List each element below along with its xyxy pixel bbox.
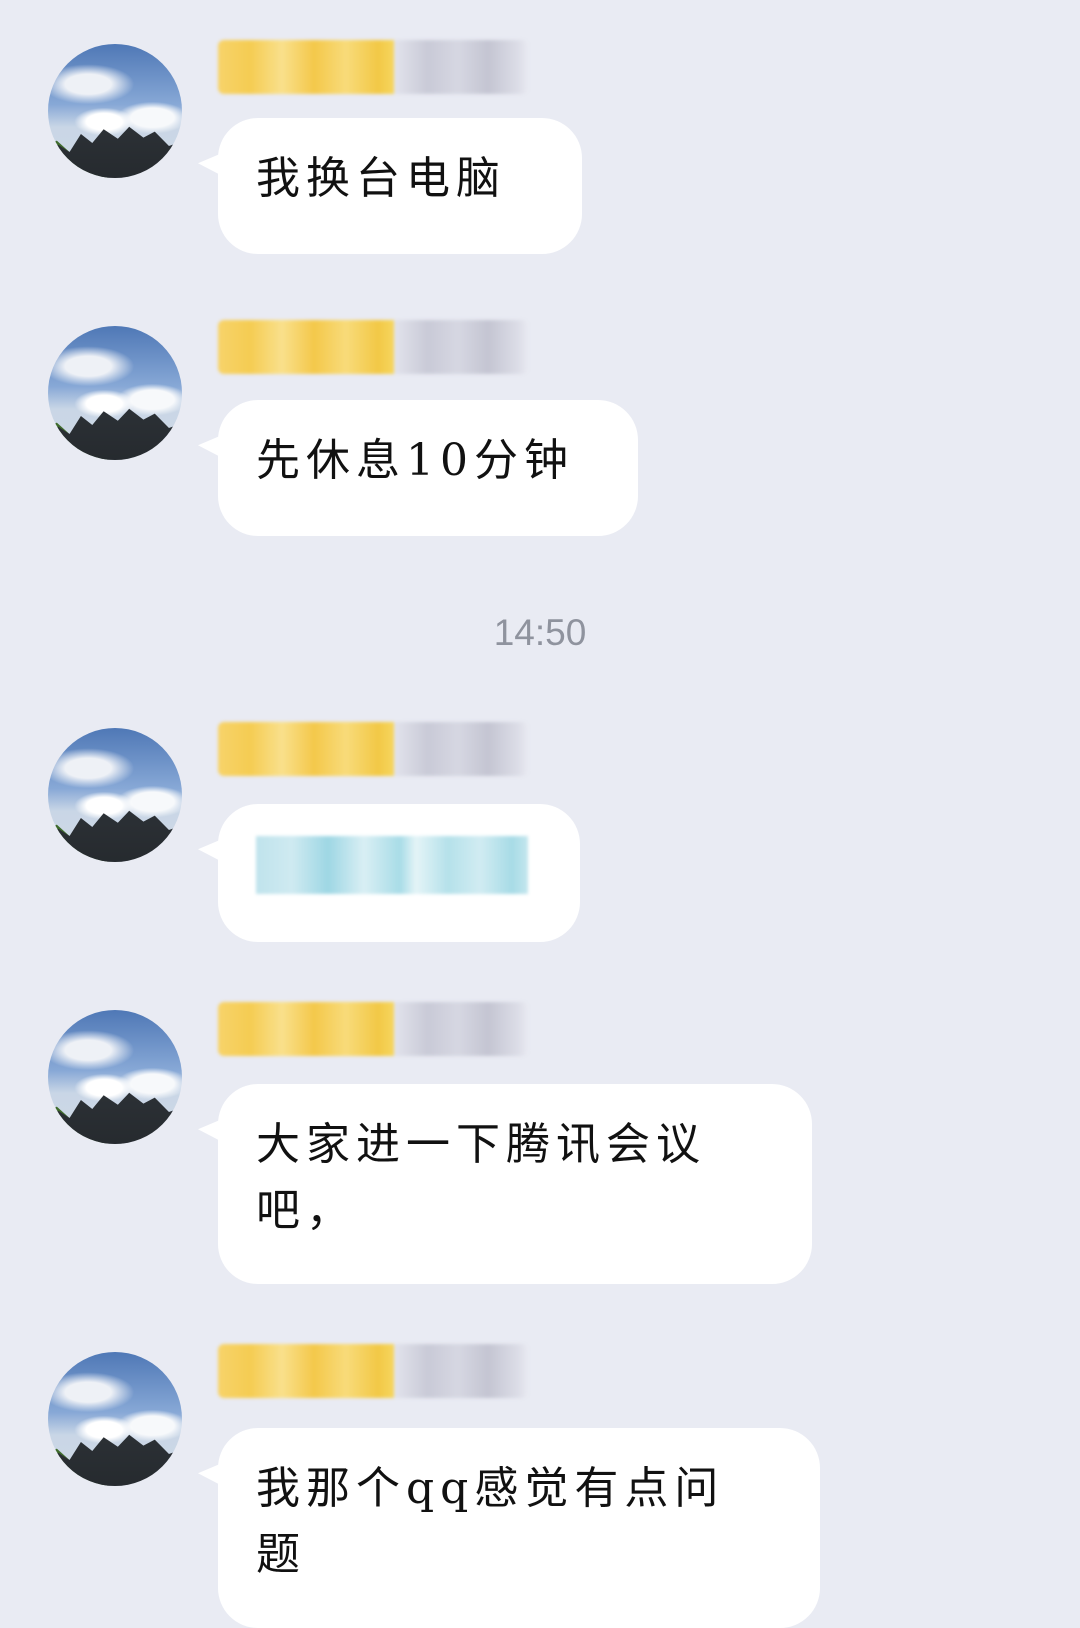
- sender-name-redacted: [218, 320, 528, 374]
- message-text: 大家进一下腾讯会议 吧，: [256, 1119, 706, 1236]
- sender-name-redacted: [218, 1002, 528, 1056]
- sender-avatar[interactable]: [48, 728, 182, 862]
- sender-name-redacted: [218, 40, 528, 94]
- sender-name-redacted: [218, 1344, 528, 1398]
- sender-avatar[interactable]: [48, 326, 182, 460]
- sender-avatar[interactable]: [48, 44, 182, 178]
- message-bubble[interactable]: 大家进一下腾讯会议 吧，: [218, 1084, 812, 1284]
- message-text: 我换台电脑: [256, 153, 506, 204]
- message-content-redacted: [256, 836, 528, 894]
- message-bubble[interactable]: 先休息10分钟: [218, 400, 638, 536]
- chat-timestamp: 14:50: [493, 612, 587, 653]
- message-text: 先休息10分钟: [256, 435, 574, 486]
- sender-name-redacted: [218, 722, 528, 776]
- sender-avatar[interactable]: [48, 1352, 182, 1486]
- message-bubble[interactable]: 我那个qq感觉有点问 题: [218, 1428, 820, 1628]
- sender-avatar[interactable]: [48, 1010, 182, 1144]
- message-bubble[interactable]: 我换台电脑: [218, 118, 582, 254]
- message-text: 我那个qq感觉有点问 题: [256, 1463, 725, 1580]
- message-bubble[interactable]: [218, 804, 580, 942]
